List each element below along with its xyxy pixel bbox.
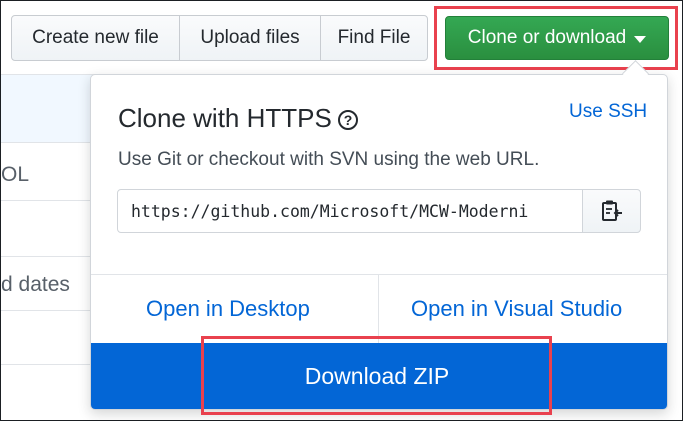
find-file-button[interactable]: Find File [320, 15, 428, 61]
use-ssh-link[interactable]: Use SSH [569, 101, 647, 123]
caret-down-icon [634, 35, 647, 43]
create-new-file-button[interactable]: Create new file [11, 15, 180, 61]
clone-or-download-label: Clone or download [467, 27, 627, 48]
clone-description: Use Git or checkout with SVN using the w… [118, 149, 540, 170]
panel-divider-vertical [378, 275, 379, 343]
file-row-text: OL [1, 163, 30, 186]
file-row-text: d dates [1, 273, 70, 296]
copy-url-button[interactable] [582, 189, 641, 233]
clone-panel-title: Clone with HTTPS [118, 103, 332, 133]
panel-divider [91, 274, 667, 275]
upload-files-button[interactable]: Upload files [179, 15, 321, 61]
clone-url-input[interactable] [117, 189, 583, 233]
clipboard-icon [601, 200, 622, 221]
question-circle-icon[interactable]: ? [338, 110, 358, 130]
open-in-desktop-link[interactable]: Open in Desktop [146, 296, 310, 322]
open-in-visual-studio-link[interactable]: Open in Visual Studio [411, 296, 622, 322]
clone-or-download-button[interactable]: Clone or download [445, 16, 669, 60]
download-zip-highlight [201, 336, 552, 415]
